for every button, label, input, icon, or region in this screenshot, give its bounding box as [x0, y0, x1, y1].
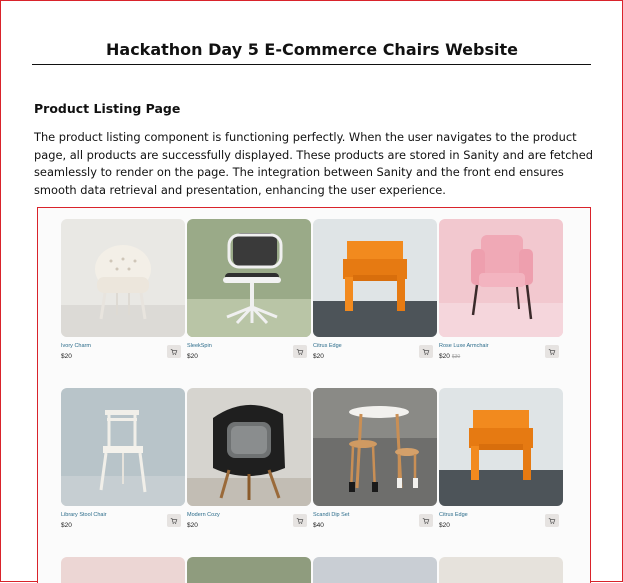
original-price: $30 [451, 354, 461, 360]
product-name[interactable]: Rose Luxe Armchair [439, 343, 489, 349]
product-image[interactable] [313, 388, 437, 506]
price-value: $20 [61, 522, 72, 529]
add-to-cart-button[interactable] [419, 345, 433, 358]
add-to-cart-button[interactable] [167, 514, 181, 527]
cart-icon [422, 348, 430, 355]
product-name[interactable]: Citrus Edge [313, 343, 342, 349]
product-price: $20 $30 [439, 353, 460, 360]
price-value: $20 [61, 353, 72, 360]
product-image[interactable] [439, 557, 563, 583]
product-price: $20 [187, 353, 198, 360]
product-image[interactable] [187, 557, 311, 583]
cart-icon [548, 517, 556, 524]
product-image[interactable] [61, 557, 185, 583]
product-card[interactable]: Library Stool Chair $20 [61, 388, 185, 538]
product-name[interactable]: Scandi Dip Set [313, 512, 349, 518]
add-to-cart-button[interactable] [293, 514, 307, 527]
cart-icon [422, 517, 430, 524]
add-to-cart-button[interactable] [167, 345, 181, 358]
add-to-cart-button[interactable] [419, 514, 433, 527]
product-card[interactable]: Citrus Edge $20 [439, 388, 563, 538]
product-name[interactable]: Library Stool Chair [61, 512, 107, 518]
product-image[interactable] [61, 219, 185, 337]
product-card[interactable]: Rose Luxe Armchair $20 $30 [439, 219, 563, 369]
price-value: $20 [187, 522, 198, 529]
product-image[interactable] [187, 219, 311, 337]
cart-icon [170, 348, 178, 355]
product-price: $20 [61, 353, 72, 360]
price-value: $20 [313, 353, 324, 360]
cart-icon [170, 517, 178, 524]
product-grid-screenshot: Ivory Charm $20 SleekSpin $20 Citrus Edg… [37, 207, 591, 583]
product-price: $20 [313, 353, 324, 360]
description-paragraph: The product listing component is functio… [34, 130, 593, 198]
product-name[interactable]: Modern Cozy [187, 512, 220, 518]
product-card[interactable]: Ivory Charm $20 [61, 219, 185, 369]
product-card[interactable]: Modern Cozy $20 [187, 388, 311, 538]
product-price: $20 [61, 522, 72, 529]
price-value: $20 [187, 353, 198, 360]
product-price: $20 [439, 522, 450, 529]
product-card[interactable]: SleekSpin $20 [187, 219, 311, 369]
product-card[interactable]: Citrus Edge $20 [313, 219, 437, 369]
cart-icon [296, 348, 304, 355]
cart-icon [548, 348, 556, 355]
product-image[interactable] [61, 388, 185, 506]
product-image[interactable] [313, 557, 437, 583]
product-name[interactable]: Ivory Charm [61, 343, 91, 349]
price-value: $40 [313, 522, 324, 529]
product-name[interactable]: Citrus Edge [439, 512, 468, 518]
product-name[interactable]: SleekSpin [187, 343, 212, 349]
title-rule [32, 64, 591, 65]
add-to-cart-button[interactable] [293, 345, 307, 358]
product-image[interactable] [187, 388, 311, 506]
product-card[interactable]: Scandi Dip Set $40 [313, 388, 437, 538]
product-price: $20 [187, 522, 198, 529]
add-to-cart-button[interactable] [545, 514, 559, 527]
document-title: Hackathon Day 5 E-Commerce Chairs Websit… [106, 40, 518, 59]
product-image[interactable] [439, 219, 563, 337]
price-value: $20 [439, 522, 450, 529]
product-price: $40 [313, 522, 324, 529]
add-to-cart-button[interactable] [545, 345, 559, 358]
section-heading: Product Listing Page [34, 101, 181, 116]
product-image[interactable] [439, 388, 563, 506]
product-image[interactable] [313, 219, 437, 337]
price-value: $20 [439, 353, 450, 360]
cart-icon [296, 517, 304, 524]
